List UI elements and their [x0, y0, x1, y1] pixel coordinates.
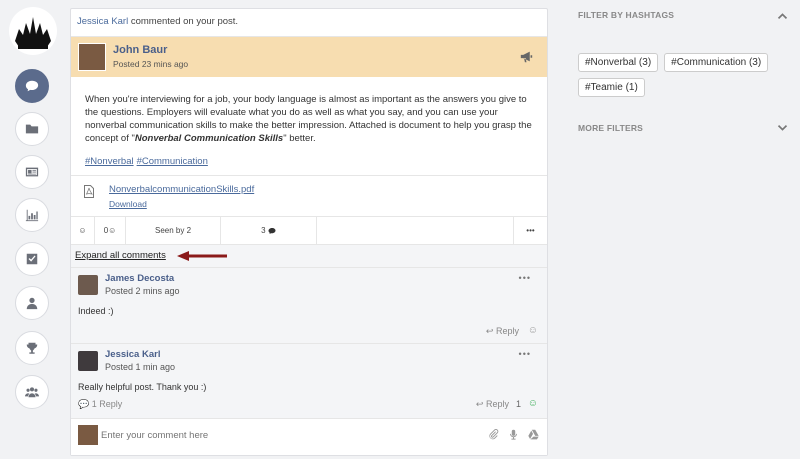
seen-by[interactable]: Seen by 2 [126, 217, 221, 244]
reply-icon: ↩ [485, 326, 494, 336]
expand-comments-link[interactable]: Expand all comments [75, 250, 166, 261]
react-button[interactable]: ☺ [71, 217, 95, 244]
author-name[interactable]: John Baur [113, 44, 167, 56]
download-link[interactable]: Download [109, 199, 147, 209]
attachment: NonverbalcommunicationSkills.pdf Downloa… [71, 176, 547, 217]
hashtag-filter[interactable]: #Communication (3) [664, 53, 769, 72]
rail-news-button[interactable] [15, 155, 49, 189]
comment-menu-button[interactable]: ••• [519, 273, 531, 283]
rail-tasks-button[interactable] [15, 242, 49, 276]
commenter-name[interactable]: James Decosta [105, 273, 174, 284]
comment-icon [268, 227, 276, 234]
notification: Jessica Karl commented on your post. [71, 9, 547, 37]
comment-count-value: 3 [261, 226, 266, 235]
paperclip-icon[interactable] [488, 429, 499, 440]
comment-text: Indeed :) [78, 306, 114, 316]
reply-label: Reply [495, 326, 519, 336]
more-filters-title: MORE FILTERS [578, 123, 644, 133]
comment-time: Posted 2 mins ago [105, 286, 180, 296]
rail-groups-button[interactable] [15, 375, 49, 409]
left-rail [0, 0, 64, 459]
filter-hashtags-title: FILTER BY HASHTAGS [578, 10, 675, 20]
post-time: Posted 23 mins ago [113, 59, 189, 69]
trophy-icon [26, 342, 38, 354]
group-icon [25, 387, 39, 398]
notification-text: commented on your post. [128, 16, 239, 27]
reply-label: Reply [485, 399, 509, 409]
post-more-button[interactable]: ••• [514, 217, 547, 244]
rail-folder-button[interactable] [15, 112, 49, 146]
commenter-name[interactable]: Jessica Karl [105, 349, 160, 360]
post-header: John Baur Posted 23 mins ago [71, 37, 547, 77]
news-icon [25, 167, 39, 177]
more-filters-header[interactable]: MORE FILTERS [578, 123, 790, 137]
hashtag-filter[interactable]: #Teamie (1) [578, 78, 645, 97]
megaphone-icon[interactable] [520, 50, 533, 63]
hashtag-filter-list: #Nonverbal (3) #Communication (3) #Teami… [578, 53, 790, 97]
chevron-up-icon[interactable] [777, 10, 788, 21]
commenter-avatar[interactable] [78, 351, 98, 371]
replies-label: 1 Reply [91, 399, 123, 409]
arrow-icon [177, 251, 227, 261]
comment-time: Posted 1 min ago [105, 362, 176, 372]
comment-composer [71, 419, 547, 455]
comment-icon: 💬 [78, 399, 90, 409]
actions-spacer [317, 217, 514, 244]
comment-count[interactable]: 3 [221, 217, 317, 244]
notification-actor-link[interactable]: Jessica Karl [77, 16, 128, 27]
comment-menu-button[interactable]: ••• [519, 349, 531, 359]
hashtag-filter[interactable]: #Nonverbal (3) [578, 53, 659, 72]
post-card: Jessica Karl commented on your post. Joh… [70, 8, 548, 456]
author-avatar[interactable] [78, 43, 106, 71]
replies-link[interactable]: 💬 1 Reply [78, 399, 122, 410]
comment-item: James Decosta Posted 2 mins ago ••• Inde… [71, 268, 547, 344]
reply-icon: ↩ [475, 399, 484, 409]
filter-hashtags-header[interactable]: FILTER BY HASHTAGS [578, 10, 790, 24]
attachment-filename[interactable]: NonverbalcommunicationSkills.pdf [109, 184, 254, 195]
logo-icon[interactable] [9, 7, 57, 55]
smile-icon: ☺ [78, 226, 87, 235]
commenter-avatar[interactable] [78, 275, 98, 295]
chevron-down-icon[interactable] [777, 123, 788, 134]
check-icon [26, 253, 38, 265]
post-text-quote: Nonverbal Communication Skills [134, 133, 284, 144]
reply-button[interactable]: ↩ Reply [476, 399, 509, 410]
post-actions: ☺ 0 ☺ Seen by 2 3 ••• [71, 217, 547, 245]
comment-react-button[interactable]: ☺ [528, 398, 538, 409]
rail-trophy-button[interactable] [15, 331, 49, 365]
microphone-icon[interactable] [508, 429, 519, 440]
rail-chart-button[interactable] [15, 198, 49, 232]
chat-icon [25, 80, 39, 92]
user-icon [26, 297, 38, 310]
chart-icon [25, 209, 39, 222]
smile-icon: ☺ [108, 226, 117, 235]
reaction-count[interactable]: 0 ☺ [95, 217, 126, 244]
rail-profile-button[interactable] [15, 286, 49, 320]
comment-input[interactable] [101, 430, 371, 441]
reaction-count: 1 [515, 399, 521, 409]
composer-tools [488, 429, 539, 440]
drive-icon[interactable] [528, 429, 539, 440]
hashtag-link[interactable]: #Nonverbal [85, 156, 134, 167]
comment-text: Really helpful post. Thank you :) [78, 382, 207, 392]
comment-item: Jessica Karl Posted 1 min ago ••• Really… [71, 344, 547, 419]
post-hashtags: #Nonverbal #Communication [85, 155, 533, 168]
filter-panel: FILTER BY HASHTAGS #Nonverbal (3) #Commu… [578, 10, 790, 137]
post-text-2: " better. [283, 133, 316, 144]
folder-icon [25, 124, 39, 134]
rail-chat-button[interactable] [15, 69, 49, 103]
expand-comments-row: Expand all comments [71, 245, 547, 268]
my-avatar [78, 425, 98, 445]
pdf-file-icon [84, 185, 94, 198]
post-body: When you're interviewing for a job, your… [71, 77, 547, 176]
hashtag-link[interactable]: #Communication [137, 156, 208, 167]
reply-button[interactable]: ↩ Reply [486, 326, 519, 337]
comment-react-button[interactable]: ☺ [528, 325, 538, 336]
